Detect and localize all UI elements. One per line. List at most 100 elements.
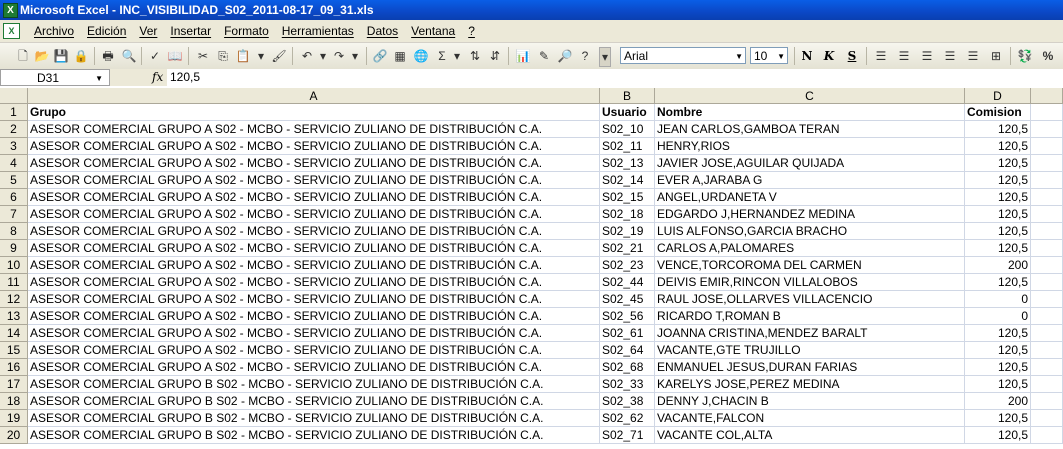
drawing-icon[interactable]: ✎	[535, 47, 553, 65]
table-cell[interactable]: ASESOR COMERCIAL GRUPO B S02 - MCBO - SE…	[28, 376, 600, 393]
row-header[interactable]: 17	[0, 376, 28, 393]
empty-cell[interactable]	[1031, 359, 1063, 376]
table-cell[interactable]: EDGARDO J,HERNANDEZ MEDINA	[655, 206, 965, 223]
table-cell[interactable]: S02_64	[600, 342, 655, 359]
column-header[interactable]: D	[965, 88, 1031, 104]
menu-item[interactable]: Herramientas	[282, 20, 362, 42]
table-cell[interactable]: ASESOR COMERCIAL GRUPO A S02 - MCBO - SE…	[28, 172, 600, 189]
globe-icon[interactable]: 🌐	[412, 47, 430, 65]
table-cell[interactable]: 120,5	[965, 223, 1031, 240]
table-cell[interactable]: 120,5	[965, 189, 1031, 206]
table-cell[interactable]: ASESOR COMERCIAL GRUPO A S02 - MCBO - SE…	[28, 121, 600, 138]
table-cell[interactable]: 120,5	[965, 325, 1031, 342]
table-cell[interactable]: ASESOR COMERCIAL GRUPO A S02 - MCBO - SE…	[28, 138, 600, 155]
new-file-icon[interactable]: 🗋	[14, 47, 32, 65]
save-icon[interactable]: 💾	[52, 47, 70, 65]
table-cell[interactable]: VENCE,TORCOROMA DEL CARMEN	[655, 257, 965, 274]
table-cell[interactable]: ASESOR COMERCIAL GRUPO A S02 - MCBO - SE…	[28, 257, 600, 274]
table-cell[interactable]: KARELYS JOSE,PEREZ MEDINA	[655, 376, 965, 393]
underline-button[interactable]: S	[843, 47, 861, 65]
menu-item[interactable]: Ver	[139, 20, 165, 42]
bold-button[interactable]: N	[798, 47, 816, 65]
justify-icon[interactable]: ☰	[941, 47, 959, 65]
table-cell[interactable]: ASESOR COMERCIAL GRUPO A S02 - MCBO - SE…	[28, 206, 600, 223]
table-cell[interactable]: ASESOR COMERCIAL GRUPO B S02 - MCBO - SE…	[28, 410, 600, 427]
table-cell[interactable]: S02_61	[600, 325, 655, 342]
row-header[interactable]: 19	[0, 410, 28, 427]
table-cell[interactable]: 120,5	[965, 427, 1031, 444]
table-cell[interactable]: JAVIER JOSE,AGUILAR QUIJADA	[655, 155, 965, 172]
table-cell[interactable]: VACANTE COL,ALTA	[655, 427, 965, 444]
table-cell[interactable]: S02_18	[600, 206, 655, 223]
align-center-icon[interactable]: ☰	[895, 47, 913, 65]
permission-icon[interactable]: 🔒	[72, 47, 90, 65]
table-cell[interactable]: DENNY J,CHACIN B	[655, 393, 965, 410]
row-header[interactable]: 5	[0, 172, 28, 189]
row-header[interactable]: 2	[0, 121, 28, 138]
empty-cell[interactable]	[1031, 274, 1063, 291]
table-cell[interactable]: S02_33	[600, 376, 655, 393]
table-cell[interactable]: ASESOR COMERCIAL GRUPO A S02 - MCBO - SE…	[28, 291, 600, 308]
sort-descending-icon[interactable]: ⇵	[486, 47, 504, 65]
align-left-icon[interactable]: ☰	[872, 47, 890, 65]
header-cell[interactable]: Usuario	[600, 104, 655, 121]
table-cell[interactable]: EVER A,JARABA G	[655, 172, 965, 189]
table-cell[interactable]: CARLOS A,PALOMARES	[655, 240, 965, 257]
merge-center-icon[interactable]: ⊞	[987, 47, 1005, 65]
empty-cell[interactable]	[1031, 155, 1063, 172]
row-header[interactable]: 13	[0, 308, 28, 325]
toolbar-options-icon[interactable]: ▾	[599, 47, 611, 67]
menu-item[interactable]: Insertar	[170, 20, 219, 42]
paste-dropdown-icon[interactable]: ▾	[252, 47, 270, 65]
table-cell[interactable]: ASESOR COMERCIAL GRUPO A S02 - MCBO - SE…	[28, 155, 600, 172]
table-cell[interactable]: S02_14	[600, 172, 655, 189]
zoom-icon[interactable]: 🔎	[556, 47, 574, 65]
row-header[interactable]: 16	[0, 359, 28, 376]
research-icon[interactable]: 📖	[166, 47, 184, 65]
table-cell[interactable]: 120,5	[965, 172, 1031, 189]
table-cell[interactable]: LUIS ALFONSO,GARCIA BRACHO	[655, 223, 965, 240]
table-cell[interactable]: 200	[965, 393, 1031, 410]
row-header[interactable]: 14	[0, 325, 28, 342]
workbook-icon[interactable]: X	[3, 23, 20, 39]
percent-button[interactable]: %	[1039, 47, 1057, 65]
table-cell[interactable]: 0	[965, 308, 1031, 325]
table-cell[interactable]: 0	[965, 291, 1031, 308]
select-all-corner[interactable]	[0, 88, 28, 104]
empty-cell[interactable]	[1031, 223, 1063, 240]
chevron-down-icon[interactable]: ▼	[777, 48, 785, 65]
table-cell[interactable]: S02_44	[600, 274, 655, 291]
table-cell[interactable]: 120,5	[965, 138, 1031, 155]
distributed-icon[interactable]: ☰	[964, 47, 982, 65]
redo-dropdown-icon[interactable]: ▾	[346, 47, 364, 65]
print-icon[interactable]: 🖶	[99, 47, 117, 65]
row-header[interactable]: 4	[0, 155, 28, 172]
row-header[interactable]: 11	[0, 274, 28, 291]
font-size-combo[interactable]: 10 ▼	[750, 47, 788, 64]
autosum-dropdown-icon[interactable]: ▾	[448, 47, 466, 65]
chevron-down-icon[interactable]: ▼	[735, 48, 743, 65]
table-cell[interactable]: S02_19	[600, 223, 655, 240]
column-header[interactable]: A	[28, 88, 600, 104]
align-right-icon[interactable]: ☰	[918, 47, 936, 65]
table-cell[interactable]: 120,5	[965, 240, 1031, 257]
empty-cell[interactable]	[1031, 342, 1063, 359]
menu-item[interactable]: Formato	[224, 20, 277, 42]
empty-cell[interactable]	[1031, 308, 1063, 325]
table-cell[interactable]: 200	[965, 257, 1031, 274]
formula-input[interactable]: 120,5	[167, 69, 1063, 86]
table-cell[interactable]: S02_62	[600, 410, 655, 427]
empty-cell[interactable]	[1031, 206, 1063, 223]
table-cell[interactable]: 120,5	[965, 155, 1031, 172]
empty-cell[interactable]	[1031, 410, 1063, 427]
table-cell[interactable]: VACANTE,FALCON	[655, 410, 965, 427]
table-cell[interactable]: ASESOR COMERCIAL GRUPO B S02 - MCBO - SE…	[28, 393, 600, 410]
menu-item[interactable]: Archivo	[34, 20, 82, 42]
table-cell[interactable]: RICARDO T,ROMAN B	[655, 308, 965, 325]
table-cell[interactable]: JOANNA CRISTINA,MENDEZ BARALT	[655, 325, 965, 342]
table-cell[interactable]: 120,5	[965, 274, 1031, 291]
empty-cell[interactable]	[1031, 393, 1063, 410]
empty-cell[interactable]	[1031, 121, 1063, 138]
table-cell[interactable]: ANGEL,URDANETA V	[655, 189, 965, 206]
row-header[interactable]: 9	[0, 240, 28, 257]
